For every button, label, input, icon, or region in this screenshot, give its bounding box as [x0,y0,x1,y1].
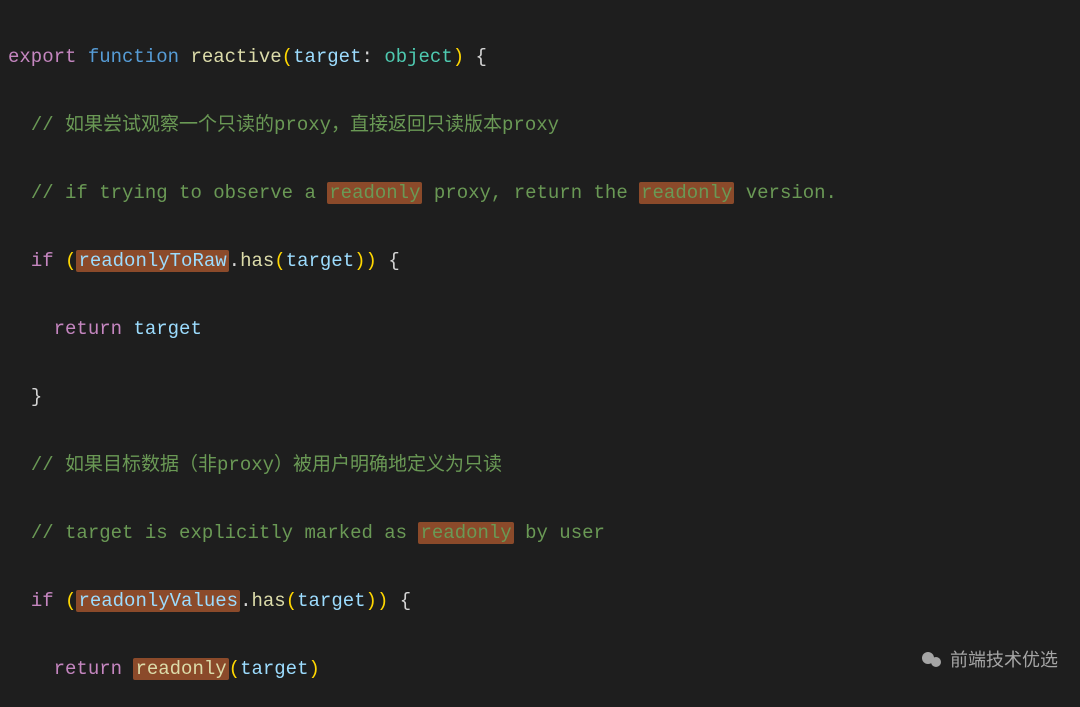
comment: // 如果尝试观察一个只读的proxy，直接返回只读版本proxy [31,114,559,136]
code-line: } [8,380,1072,414]
highlight: readonly [327,182,422,204]
code-line: // if trying to observe a readonly proxy… [8,176,1072,210]
type-annotation: object [384,46,452,68]
code-line: export function reactive(target: object)… [8,40,1072,74]
keyword-if: if [31,250,54,272]
code-editor[interactable]: export function reactive(target: object)… [0,0,1080,707]
highlight: readonly [639,182,734,204]
code-line: if (readonlyToRaw.has(target)) { [8,244,1072,278]
wechat-icon [920,648,944,672]
keyword-return: return [54,658,122,680]
code-line: if (readonlyValues.has(target)) { [8,584,1072,618]
keyword-function: function [88,46,179,68]
keyword-if: if [31,590,54,612]
keyword-export: export [8,46,76,68]
highlight: readonlyToRaw [76,250,228,272]
code-line: return target [8,312,1072,346]
method-call: has [251,590,285,612]
code-line: return readonly(target) [8,652,1072,686]
comment: // if trying to observe a readonly proxy… [31,182,837,204]
param-name: target [293,46,361,68]
watermark-text: 前端技术优选 [950,643,1058,677]
code-line: // 如果尝试观察一个只读的proxy，直接返回只读版本proxy [8,108,1072,142]
code-line: // target is explicitly marked as readon… [8,516,1072,550]
comment: // 如果目标数据（非proxy）被用户明确地定义为只读 [31,454,502,476]
highlight: readonlyValues [76,590,240,612]
function-name: reactive [190,46,281,68]
code-line: // 如果目标数据（非proxy）被用户明确地定义为只读 [8,448,1072,482]
watermark: 前端技术优选 [920,643,1058,677]
comment: // target is explicitly marked as readon… [31,522,605,544]
method-call: has [240,250,274,272]
highlight: readonly [418,522,513,544]
keyword-return: return [54,318,122,340]
highlight: readonly [133,658,228,680]
